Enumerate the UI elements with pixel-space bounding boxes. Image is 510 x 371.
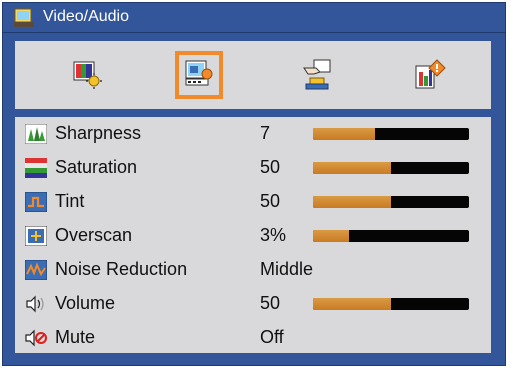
slider-fill xyxy=(313,230,349,242)
item-label: Overscan xyxy=(55,225,133,245)
tint-icon xyxy=(25,192,47,212)
item-label: Noise Reduction xyxy=(55,259,188,279)
menu-frame: Sharpness 7 Saturation 50 Tint 50 Oversc… xyxy=(2,32,506,366)
slider-fill xyxy=(313,128,376,140)
item-label: Tint xyxy=(55,191,85,211)
volume-slider[interactable] xyxy=(313,298,469,310)
tab-video-audio[interactable] xyxy=(175,51,223,99)
slider-fill xyxy=(313,298,391,310)
video-audio-title-icon xyxy=(14,8,34,27)
setup-hand-icon xyxy=(303,59,331,90)
item-value: Off xyxy=(260,327,284,347)
overscan-icon xyxy=(25,226,47,246)
row-overscan[interactable]: Overscan 3% xyxy=(15,219,491,253)
item-label: Volume xyxy=(55,293,116,313)
item-label: Mute xyxy=(55,327,96,347)
settings-list: Sharpness 7 Saturation 50 Tint 50 Oversc… xyxy=(15,117,491,353)
mute-icon xyxy=(25,329,47,347)
page-title: Video/Audio xyxy=(43,8,129,25)
sharpness-slider[interactable] xyxy=(313,128,469,140)
item-value: 50 xyxy=(260,157,281,177)
overscan-slider[interactable] xyxy=(313,230,469,242)
row-volume[interactable]: Volume 50 xyxy=(15,287,491,321)
tab-picture[interactable] xyxy=(63,51,111,99)
item-label: Sharpness xyxy=(55,123,142,143)
volume-icon xyxy=(26,295,44,313)
saturation-icon xyxy=(25,158,47,178)
tint-slider[interactable] xyxy=(313,196,469,208)
osd-menu: Video/Audio Sharpness 7 Saturation 50 Ti… xyxy=(0,0,510,371)
item-value: 3% xyxy=(260,225,287,245)
row-mute[interactable]: Mute Off xyxy=(15,321,491,355)
item-value: 7 xyxy=(260,123,271,143)
item-value: Middle xyxy=(260,259,314,279)
item-label: Saturation xyxy=(55,157,138,177)
tab-options[interactable] xyxy=(405,51,453,99)
slider-fill xyxy=(313,162,391,174)
slider-fill xyxy=(313,196,391,208)
item-value: 50 xyxy=(260,293,281,313)
category-tabs xyxy=(15,41,491,109)
row-sharpness[interactable]: Sharpness 7 xyxy=(15,117,491,151)
noise-reduction-icon xyxy=(25,260,47,280)
title-bar: Video/Audio xyxy=(2,2,506,32)
video-audio-icon xyxy=(185,60,213,86)
row-noise-reduction[interactable]: Noise Reduction Middle xyxy=(15,253,491,287)
row-tint[interactable]: Tint 50 xyxy=(15,185,491,219)
options-info-icon xyxy=(415,59,446,89)
row-saturation[interactable]: Saturation 50 xyxy=(15,151,491,185)
saturation-slider[interactable] xyxy=(313,162,469,174)
picture-brightness-icon xyxy=(73,61,102,89)
sharpness-icon xyxy=(25,124,47,144)
item-value: 50 xyxy=(260,191,281,211)
tab-setup[interactable] xyxy=(293,51,341,99)
